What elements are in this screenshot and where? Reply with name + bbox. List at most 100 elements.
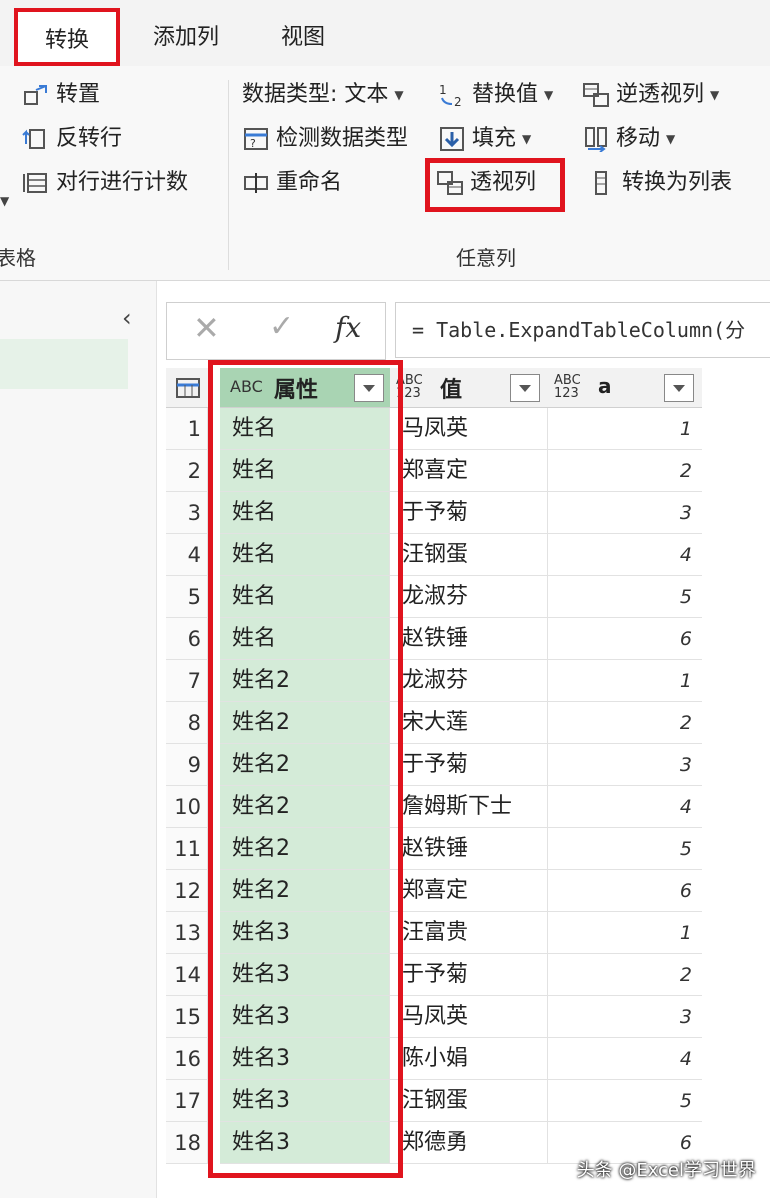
any-type-icon: ABC 123 — [554, 373, 581, 401]
transpose-label: 转置 — [56, 82, 101, 107]
a-cell[interactable]: 5 — [548, 828, 702, 870]
replace-values-icon: 12 — [438, 82, 466, 109]
a-cell[interactable]: 1 — [548, 660, 702, 702]
formula-input[interactable]: = Table.ExpandTableColumn(分 — [395, 302, 770, 358]
tab-view[interactable]: 视图 — [272, 18, 334, 58]
value-cell[interactable]: 陈小娟 — [390, 1038, 548, 1080]
column-header-value[interactable]: ABC 123 值 — [390, 368, 548, 408]
a-cell[interactable]: 1 — [548, 912, 702, 954]
tab-add-column[interactable]: 添加列 — [146, 18, 226, 58]
count-rows-button[interactable]: 对行进行计数 — [22, 166, 188, 200]
cancel-icon[interactable]: ✕ — [193, 309, 220, 347]
row-number: 11 — [166, 828, 208, 870]
a-cell[interactable]: 6 — [548, 618, 702, 660]
move-label: 移动 — [616, 126, 661, 151]
a-cell[interactable]: 4 — [548, 1038, 702, 1080]
svg-text:2: 2 — [454, 95, 462, 108]
a-cell[interactable]: 5 — [548, 1080, 702, 1122]
a-cell[interactable]: 1 — [548, 408, 702, 450]
value-cell[interactable]: 汪钢蛋 — [390, 1080, 548, 1122]
unpivot-icon — [582, 82, 610, 108]
a-cell[interactable]: 3 — [548, 492, 702, 534]
row-number: 9 — [166, 744, 208, 786]
fx-icon[interactable]: fx — [335, 311, 361, 344]
column-filter-button[interactable] — [510, 374, 540, 402]
row-number: 17 — [166, 1080, 208, 1122]
value-cell[interactable]: 郑喜定 — [390, 870, 548, 912]
confirm-icon[interactable]: ✓ — [269, 309, 294, 344]
move-icon — [582, 126, 610, 153]
a-cell[interactable]: 2 — [548, 450, 702, 492]
a-cell[interactable]: 5 — [548, 576, 702, 618]
value-cell[interactable]: 龙淑芬 — [390, 576, 548, 618]
any-column-group-label: 任意列 — [456, 246, 516, 270]
a-cell[interactable]: 6 — [548, 870, 702, 912]
selected-query[interactable] — [0, 339, 128, 389]
value-cell[interactable]: 郑德勇 — [390, 1122, 548, 1164]
count-rows-icon — [22, 170, 50, 196]
value-cell[interactable]: 于予菊 — [390, 492, 548, 534]
a-cell[interactable]: 3 — [548, 744, 702, 786]
unpivot-columns-button[interactable]: 逆透视列 ▼ — [582, 78, 719, 112]
pivot-column-highlight — [425, 158, 565, 212]
row-number: 13 — [166, 912, 208, 954]
row-number: 16 — [166, 1038, 208, 1080]
value-cell[interactable]: 汪钢蛋 — [390, 534, 548, 576]
tab-transform[interactable]: 转换 — [14, 8, 120, 66]
row-number: 2 — [166, 450, 208, 492]
column-filter-button[interactable] — [664, 374, 694, 402]
value-cell[interactable]: 龙淑芬 — [390, 660, 548, 702]
value-cell[interactable]: 赵铁锤 — [390, 618, 548, 660]
rename-button[interactable]: 重命名 — [242, 166, 342, 200]
unpivot-columns-label: 逆透视列 — [616, 82, 705, 107]
a-cell[interactable]: 2 — [548, 954, 702, 996]
row-number: 10 — [166, 786, 208, 828]
column-header-a[interactable]: ABC 123 a — [548, 368, 702, 408]
replace-values-button[interactable]: 12 替换值 ▼ — [438, 78, 553, 112]
value-cell[interactable]: 马凤英 — [390, 408, 548, 450]
row-number: 1 — [166, 408, 208, 450]
value-cell[interactable]: 于予菊 — [390, 744, 548, 786]
detect-data-type-button[interactable]: ? 检测数据类型 — [242, 122, 408, 156]
rename-label: 重命名 — [276, 170, 343, 195]
row-number: 5 — [166, 576, 208, 618]
ribbon-tab-bar: 转换 添加列 视图 — [0, 0, 770, 66]
table-menu-header[interactable] — [166, 368, 208, 408]
convert-to-list-icon — [588, 170, 616, 196]
move-button[interactable]: 移动 ▼ — [582, 122, 675, 156]
chevron-down-icon: ▼ — [544, 88, 554, 102]
value-cell[interactable]: 赵铁锤 — [390, 828, 548, 870]
chevron-down-icon[interactable]: ▼ — [0, 194, 9, 208]
fill-button[interactable]: 填充 ▼ — [438, 122, 531, 156]
a-cell[interactable]: 4 — [548, 786, 702, 828]
value-cell[interactable]: 郑喜定 — [390, 450, 548, 492]
chevron-down-icon: ▼ — [522, 132, 532, 146]
value-cell[interactable]: 詹姆斯下士 — [390, 786, 548, 828]
row-number: 3 — [166, 492, 208, 534]
convert-to-list-button[interactable]: 转换为列表 — [588, 166, 732, 200]
value-cell[interactable]: 汪富贵 — [390, 912, 548, 954]
attr-column-highlight — [208, 360, 403, 1178]
watermark: 头条 @Excel学习世界 — [576, 1160, 756, 1181]
row-number: 14 — [166, 954, 208, 996]
collapse-pane-icon[interactable]: ‹ — [122, 304, 132, 332]
reverse-rows-button[interactable]: 反转行 — [22, 122, 122, 156]
value-cell[interactable]: 马凤英 — [390, 996, 548, 1038]
row-number: 12 — [166, 870, 208, 912]
fill-label: 填充 — [472, 126, 517, 151]
count-rows-label: 对行进行计数 — [56, 170, 189, 195]
rename-icon — [242, 170, 270, 196]
data-type-label: 数据类型: 文本 — [242, 82, 389, 107]
a-cell[interactable]: 3 — [548, 996, 702, 1038]
a-cell[interactable]: 2 — [548, 702, 702, 744]
data-type-dropdown[interactable]: 数据类型: 文本 ▼ — [242, 78, 404, 112]
convert-to-list-label: 转换为列表 — [622, 170, 733, 195]
queries-pane — [0, 281, 157, 1198]
a-cell[interactable]: 4 — [548, 534, 702, 576]
value-cell[interactable]: 宋大莲 — [390, 702, 548, 744]
transpose-button[interactable]: 转置 — [22, 78, 100, 112]
fill-down-icon — [438, 126, 466, 152]
row-number: 6 — [166, 618, 208, 660]
value-cell[interactable]: 于予菊 — [390, 954, 548, 996]
chevron-down-icon: ▼ — [710, 88, 720, 102]
